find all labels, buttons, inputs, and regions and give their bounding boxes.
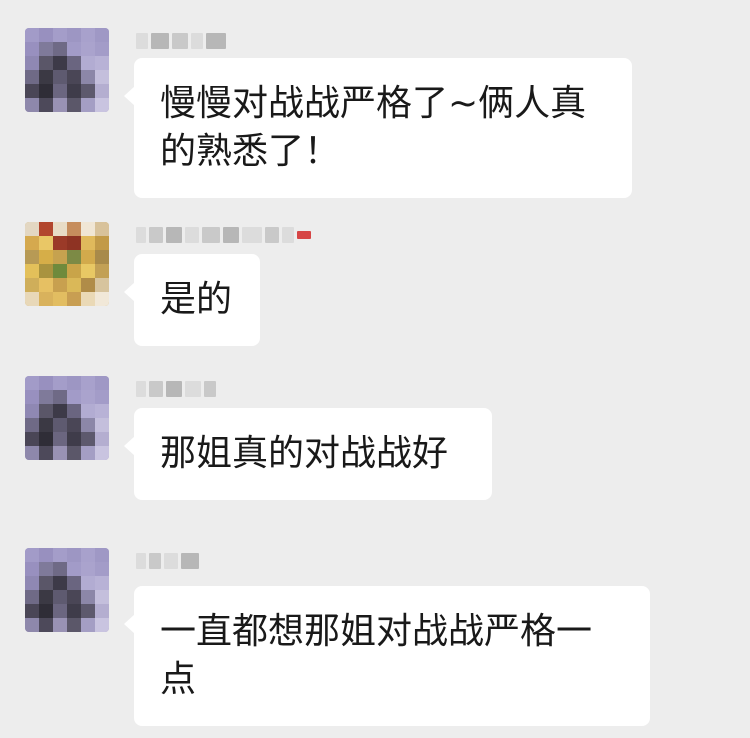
message-text: 慢慢对战战严格了~俩人真的熟悉了！	[160, 83, 587, 172]
avatar[interactable]	[25, 28, 109, 112]
avatar[interactable]	[25, 548, 109, 632]
sender-nickname-blurred	[136, 550, 199, 572]
message-bubble[interactable]: 那姐真的对战战好	[124, 408, 492, 500]
sender-nickname-blurred	[136, 30, 226, 52]
message-text: 那姐真的对战战好	[160, 433, 449, 474]
message-text: 是的	[160, 279, 233, 320]
avatar[interactable]	[25, 222, 109, 306]
message-bubble[interactable]: 是的	[124, 254, 260, 346]
sender-nickname-blurred	[136, 224, 311, 246]
avatar[interactable]	[25, 376, 109, 460]
sender-nickname-blurred	[136, 378, 216, 400]
message-bubble[interactable]: 慢慢对战战严格了~俩人真的熟悉了！	[124, 58, 632, 198]
message-text: 一直都想那姐对战战严格一点	[160, 611, 593, 700]
message-bubble[interactable]: 一直都想那姐对战战严格一点	[124, 586, 650, 726]
